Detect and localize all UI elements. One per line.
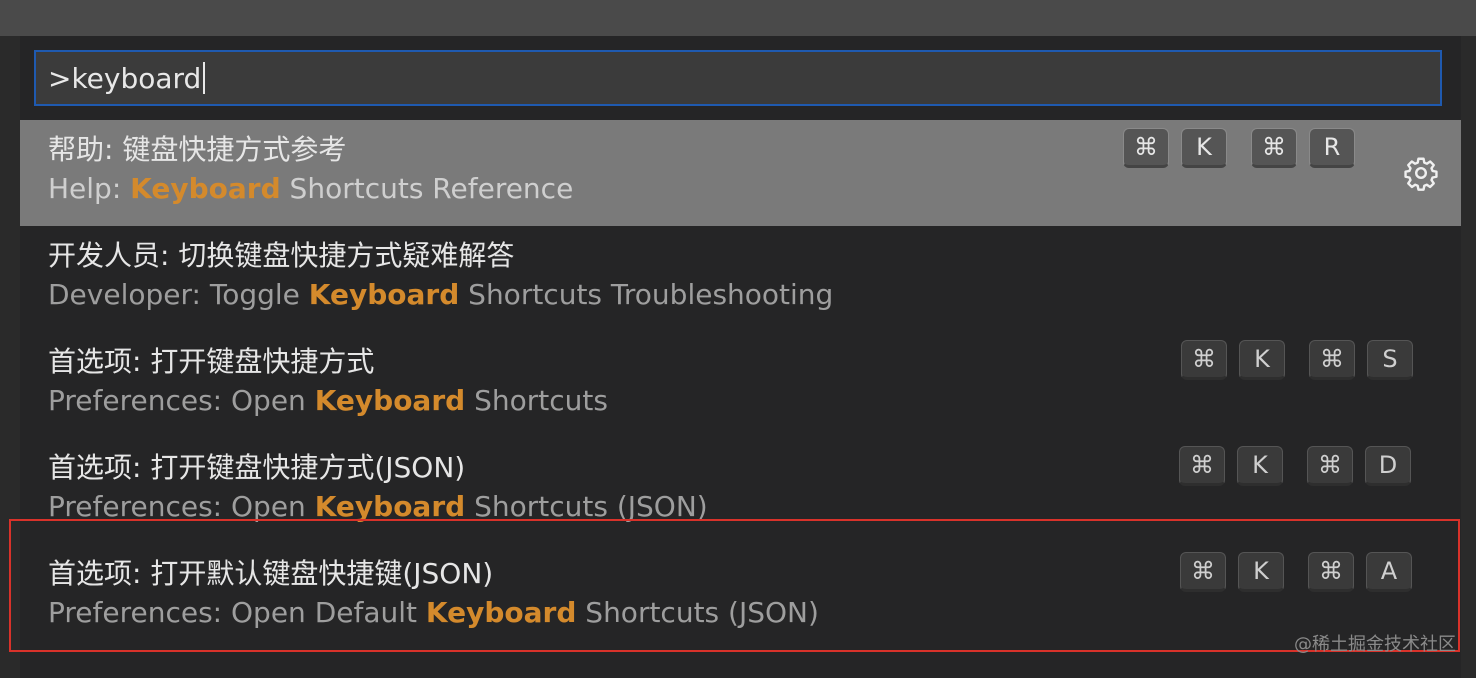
key-cmd: ⌘ — [1179, 446, 1225, 486]
key-k: K — [1237, 446, 1283, 486]
command-subtitle: Preferences: Open Keyboard Shortcuts — [48, 384, 608, 417]
keybinding: ⌘ K ⌘ S — [1181, 340, 1425, 380]
key-k: K — [1239, 340, 1285, 380]
command-list: 帮助: 键盘快捷方式参考 Help: Keyboard Shortcuts Re… — [20, 120, 1461, 650]
search-match-highlight: Keyboard — [130, 172, 281, 205]
keybinding: ⌘ K ⌘ R — [1123, 128, 1367, 168]
command-title: 帮助: 键盘快捷方式参考 — [48, 133, 347, 166]
search-match-highlight: Keyboard — [314, 490, 466, 523]
key-a: A — [1366, 552, 1412, 592]
key-cmd: ⌘ — [1181, 340, 1227, 380]
key-s: S — [1367, 340, 1413, 380]
command-item-open-keyboard-shortcuts-json[interactable]: 首选项: 打开键盘快捷方式(JSON) Preferences: Open Ke… — [20, 438, 1461, 544]
key-cmd: ⌘ — [1251, 128, 1297, 168]
search-match-highlight: Keyboard — [308, 278, 460, 311]
keybinding: ⌘ K ⌘ D — [1179, 446, 1423, 486]
window-top-strip — [0, 0, 1476, 36]
search-input-text: >keyboard — [48, 61, 202, 95]
key-cmd: ⌘ — [1180, 552, 1226, 592]
command-subtitle: Preferences: Open Keyboard Shortcuts (JS… — [48, 490, 708, 523]
command-item-help-keyboard-reference[interactable]: 帮助: 键盘快捷方式参考 Help: Keyboard Shortcuts Re… — [20, 120, 1461, 226]
command-search-input[interactable]: >keyboard — [34, 50, 1442, 106]
command-subtitle: Developer: Toggle Keyboard Shortcuts Tro… — [48, 278, 834, 311]
key-d: D — [1365, 446, 1411, 486]
search-match-highlight: Keyboard — [425, 596, 577, 629]
key-k: K — [1238, 552, 1284, 592]
command-item-developer-toggle-troubleshooting[interactable]: 开发人员: 切换键盘快捷方式疑难解答 Developer: Toggle Key… — [20, 226, 1461, 332]
command-title: 开发人员: 切换键盘快捷方式疑难解答 — [48, 239, 515, 272]
key-r: R — [1309, 128, 1355, 168]
keybinding: ⌘ K ⌘ A — [1180, 552, 1424, 592]
command-item-open-default-keyboard-shortcuts-json[interactable]: 首选项: 打开默认键盘快捷键(JSON) Preferences: Open D… — [20, 544, 1461, 650]
command-title: 首选项: 打开键盘快捷方式(JSON) — [48, 451, 466, 484]
key-cmd: ⌘ — [1307, 446, 1353, 486]
command-title: 首选项: 打开键盘快捷方式 — [48, 345, 375, 378]
gear-icon[interactable] — [1403, 155, 1439, 191]
command-subtitle: Preferences: Open Default Keyboard Short… — [48, 596, 819, 629]
command-subtitle: Help: Keyboard Shortcuts Reference — [48, 172, 574, 205]
command-palette: >keyboard 帮助: 键盘快捷方式参考 Help: Keyboard Sh… — [20, 36, 1461, 678]
command-title: 首选项: 打开默认键盘快捷键(JSON) — [48, 557, 494, 590]
watermark: @稀土掘金技术社区 — [1294, 634, 1456, 655]
key-k: K — [1181, 128, 1227, 168]
key-cmd: ⌘ — [1309, 340, 1355, 380]
key-cmd: ⌘ — [1123, 128, 1169, 168]
key-cmd: ⌘ — [1308, 552, 1354, 592]
text-caret — [203, 62, 206, 94]
search-match-highlight: Keyboard — [314, 384, 466, 417]
command-item-open-keyboard-shortcuts[interactable]: 首选项: 打开键盘快捷方式 Preferences: Open Keyboard… — [20, 332, 1461, 438]
